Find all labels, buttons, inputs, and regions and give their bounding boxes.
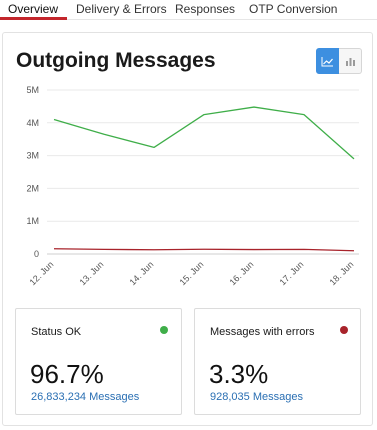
y-tick-label: 2M [26,183,39,193]
x-tick-label: 14. Jun [127,259,155,287]
tab-overview[interactable]: Overview [8,2,58,16]
tab-delivery-errors[interactable]: Delivery & Errors [76,2,167,16]
y-tick-label: 4M [26,118,39,128]
tab-responses[interactable]: Responses [175,2,235,16]
y-tick-label: 3M [26,151,39,161]
errors-percentage: 3.3% [209,359,269,389]
x-tick-label: 12. Jun [27,259,55,287]
x-tick-label: 15. Jun [177,259,205,287]
series-line [53,248,355,252]
errors-message-count[interactable]: 928,035 Messages [210,391,303,403]
y-tick-label: 5M [26,85,39,95]
tab-bar: Overview Delivery & Errors Responses OTP… [0,0,377,20]
series-line [53,106,355,160]
x-tick-label: 16. Jun [227,259,255,287]
status-ok-label: Status OK [31,326,82,338]
x-tick-label: 17. Jun [277,259,305,287]
active-tab-indicator [0,17,67,20]
y-tick-label: 1M [26,216,39,226]
errors-dot [340,326,348,334]
errors-label: Messages with errors [210,326,315,338]
status-ok-percentage: 96.7% [30,359,104,389]
status-ok-card: Status OK 96.7% 26,833,234 Messages [15,308,182,415]
x-tick-label: 18. Jun [327,259,355,287]
status-ok-message-count[interactable]: 26,833,234 Messages [31,391,139,403]
outgoing-messages-card: Outgoing Messages 0 1M 2M 3M 4M 5M 12. Jun 13. … [2,32,373,426]
x-tick-label: 13. Jun [77,259,105,287]
status-ok-dot [160,326,168,334]
y-tick-label: 0 [34,249,39,259]
errors-card: Messages with errors 3.3% 928,035 Messag… [194,308,361,415]
tab-otp-conversion[interactable]: OTP Conversion [249,2,337,16]
outgoing-messages-chart: 0 1M 2M 3M 4M 5M 12. Jun 13. Jun 14. Jun 15. Jun 1… [26,85,359,287]
